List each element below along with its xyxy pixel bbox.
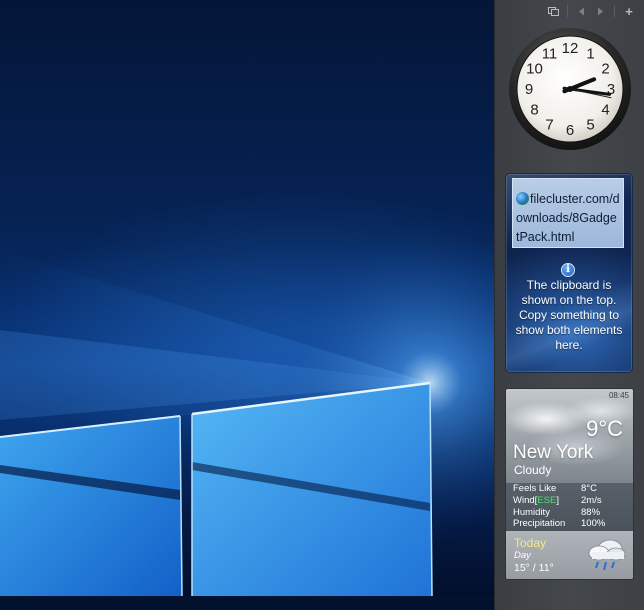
weather-city: New York [513,442,594,463]
sidebar-toolbar: + [544,2,644,20]
weather-forecast-today: Today Day 15° / 11° [506,531,633,579]
humidity-label: Humidity [513,506,550,518]
precipitation-value: 100% [581,518,606,530]
add-gadget-button[interactable]: + [622,4,636,19]
windows-logo-light [0,223,494,610]
desktop-wallpaper [0,0,494,610]
forecast-period: Day [514,550,531,561]
clock-numeral: 5 [586,117,594,134]
clock-numeral: 8 [530,102,538,119]
chevron-right-icon[interactable] [593,4,607,18]
precipitation-label: Precipitation [513,518,566,530]
clock-numeral: 6 [566,122,574,139]
weather-sky-background: 08:45 9°C New York Cloudy [506,389,633,483]
rain-cloud-icon [588,539,626,571]
windows-icon[interactable] [546,4,560,18]
humidity-row: Humidity 88% [513,507,633,519]
toolbar-divider [614,5,615,17]
wind-direction: ESE [537,494,557,506]
wind-row: Wind[ESE] 2m/s [513,495,633,507]
clipboard-gadget: filecluster.com/downloads/8GadgetPack.ht… [505,173,633,373]
clock-gadget[interactable]: 12 1 2 3 4 5 6 7 8 9 10 11 [508,27,632,151]
toolbar-divider [567,5,568,17]
weather-temperature: 9°C [586,416,623,441]
clock-numeral: 1 [586,45,594,62]
forecast-label: Today [514,536,547,550]
clock-face: 12 1234567891011 [509,28,631,150]
wind-value: 2m/s [581,494,602,506]
clock-numeral: 10 [526,61,543,78]
globe-icon [516,192,529,205]
clock-numeral: 9 [525,81,533,98]
info-icon: i [561,263,575,277]
feels-like-row: Feels Like 8°C [513,483,633,495]
clock-numeral: 11 [542,45,558,62]
chevron-left-icon[interactable] [575,4,589,18]
wind-label: Wind [513,494,535,506]
weather-condition: Cloudy [514,463,552,477]
weather-gadget[interactable]: 08:45 9°C New York Cloudy Feels Like 8°C… [505,388,634,580]
clipboard-entry[interactable]: filecluster.com/downloads/8GadgetPack.ht… [512,178,624,248]
humidity-value: 88% [581,506,601,518]
feels-like-value: 8°C [581,483,597,494]
clock-numeral: 2 [601,61,609,78]
clipboard-entry-text: filecluster.com/downloads/8GadgetPack.ht… [516,192,620,244]
clock-numeral: 12 [562,40,579,57]
clock-center-pin [567,86,573,92]
clock-numeral: 4 [601,102,609,119]
clock-numeral: 7 [545,117,553,134]
weather-time: 08:45 [608,391,629,400]
feels-like-label: Feels Like [513,483,557,494]
wind-label-group: Wind[ESE] [513,495,581,507]
weather-details: Feels Like 8°C Wind[ESE] 2m/s Humidity 8… [506,483,633,531]
clipboard-info-message: The clipboard is shown on the top. Copy … [515,278,623,352]
precipitation-row: Precipitation 100% [513,518,633,530]
forecast-temps: 15° / 11° [514,562,554,574]
wind-bracket-close: ] [556,494,559,506]
